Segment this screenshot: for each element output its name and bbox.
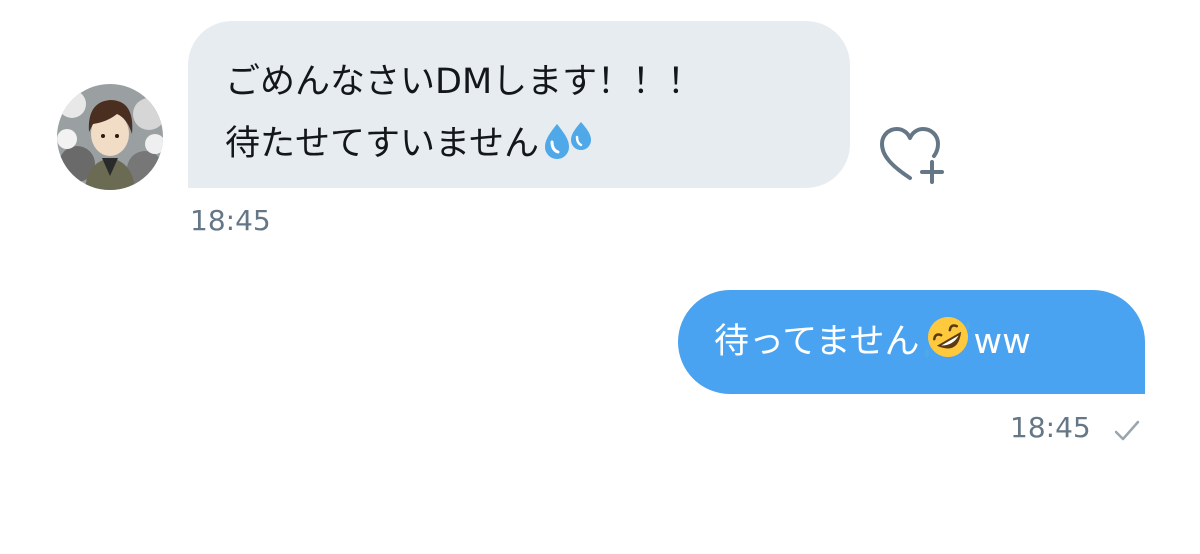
checkmark-icon [1112,418,1142,444]
outgoing-message-text: 待ってません [714,322,920,362]
rolling-on-floor-laughing-icon [923,314,973,360]
incoming-message-bubble[interactable]: ごめんなさいDMします！！！ 待たせてすいません [188,21,850,188]
add-reaction-heart-button[interactable] [876,124,948,188]
outgoing-message-suffix: ww [973,322,1031,362]
dm-conversation: ごめんなさいDMします！！！ 待たせてすいません 18:45 待ってません ww… [0,0,1200,554]
outgoing-timestamp: 18:45 [1010,411,1091,444]
incoming-message-line-2-text: 待たせてすいません [225,124,539,164]
incoming-message-line-2: 待たせてすいません [225,113,830,175]
sender-avatar[interactable] [57,84,163,190]
sweat-droplets-icon [543,120,595,162]
incoming-timestamp: 18:45 [190,204,271,237]
outgoing-message-bubble[interactable]: 待ってません ww [678,290,1145,394]
incoming-message-line-1: ごめんなさいDMします！！！ [225,62,703,102]
